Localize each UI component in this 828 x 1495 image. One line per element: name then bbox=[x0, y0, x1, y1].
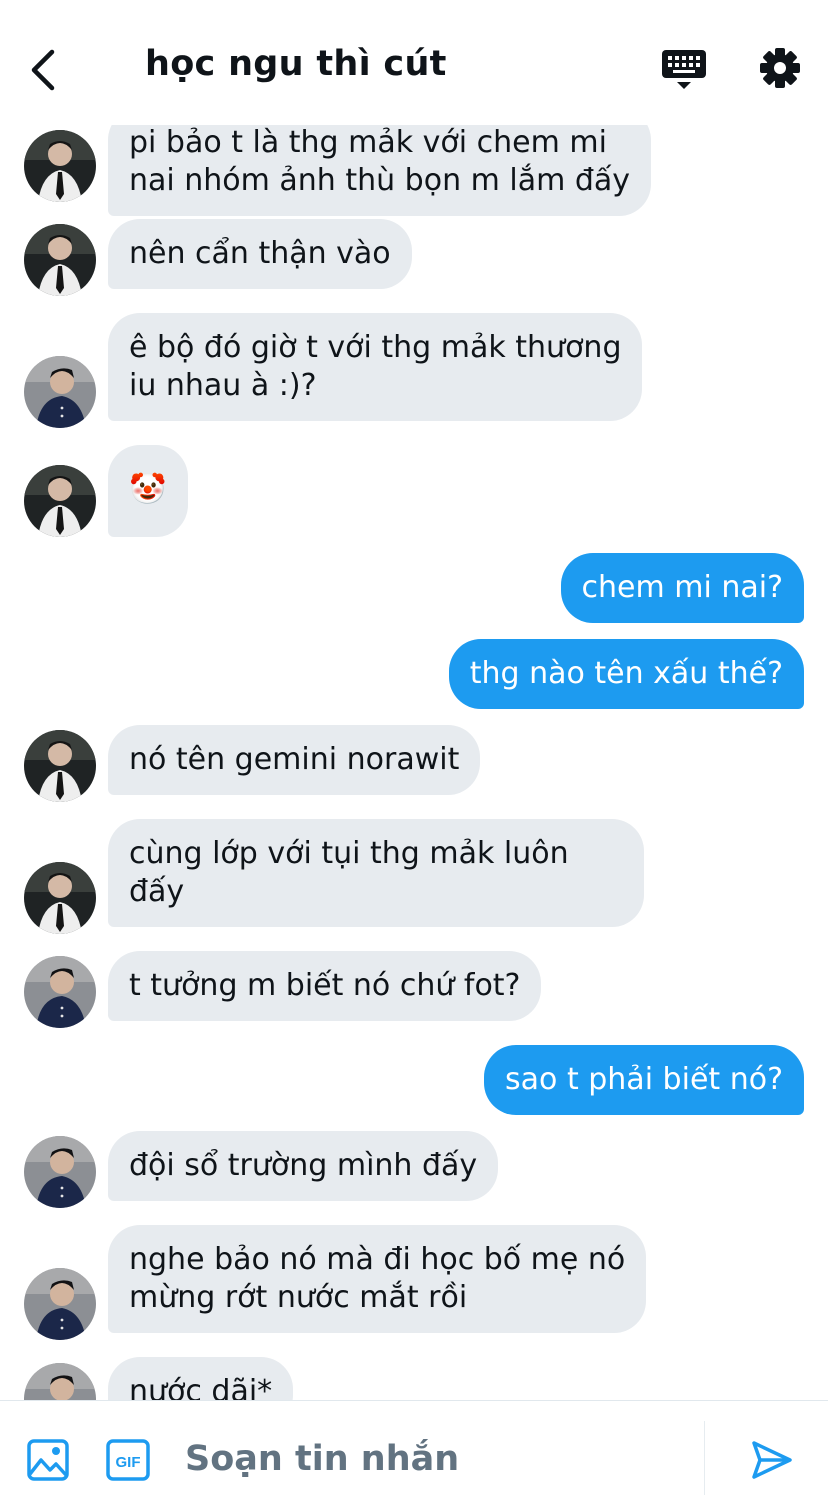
incoming-message-bubble[interactable]: nước dãi* bbox=[108, 1357, 294, 1400]
outgoing-message-bubble[interactable]: chem mi nai? bbox=[560, 553, 804, 623]
clown-emoji: 🤡 bbox=[129, 472, 167, 507]
avatar[interactable] bbox=[24, 1136, 96, 1208]
outgoing-message-bubble[interactable]: sao t phải biết nó? bbox=[484, 1045, 804, 1115]
message-text: t tưởng m biết nó chứ fot? bbox=[129, 968, 521, 1003]
message-text: nghe bảo nó mà đi học bố mẹ nó bbox=[129, 1242, 626, 1277]
message-text: nước dãi* bbox=[129, 1374, 273, 1400]
message-text: thg nào tên xấu thế? bbox=[469, 656, 783, 691]
avatar[interactable] bbox=[24, 956, 96, 1028]
message-text: pi bảo t là thg mảk với chem mi bbox=[129, 125, 607, 160]
keyboard-icon bbox=[662, 50, 706, 89]
settings-button[interactable] bbox=[758, 46, 802, 90]
incoming-message-bubble[interactable]: 🤡 bbox=[108, 445, 188, 537]
incoming-message-bubble[interactable]: pi bảo t là thg mảk với chem mi nai nhóm… bbox=[108, 125, 652, 216]
add-gif-button[interactable]: GIF bbox=[105, 1438, 151, 1482]
avatar[interactable] bbox=[24, 862, 96, 934]
gear-icon bbox=[760, 48, 800, 88]
avatar[interactable] bbox=[24, 465, 96, 537]
conversation-header: học ngu thì cút bbox=[0, 0, 828, 125]
add-image-button[interactable] bbox=[26, 1438, 70, 1482]
message-text: sao t phải biết nó? bbox=[505, 1062, 783, 1097]
keyboard-button[interactable] bbox=[660, 48, 708, 92]
image-icon bbox=[27, 1439, 69, 1481]
incoming-message-bubble[interactable]: đội sổ trường mình đấy bbox=[108, 1131, 499, 1201]
message-list[interactable]: pi bảo t là thg mảk với chem mi nai nhóm… bbox=[0, 125, 828, 1400]
avatar[interactable] bbox=[24, 730, 96, 802]
send-button[interactable] bbox=[750, 1439, 794, 1481]
message-text: đội sổ trường mình đấy bbox=[129, 1148, 478, 1183]
message-text: nó tên gemini norawit bbox=[129, 742, 460, 777]
incoming-message-bubble[interactable]: nó tên gemini norawit bbox=[108, 725, 481, 795]
avatar[interactable] bbox=[24, 1268, 96, 1340]
message-text: nai nhóm ảnh thù bọn m lắm đấy bbox=[129, 163, 631, 198]
incoming-message-bubble[interactable]: t tưởng m biết nó chứ fot? bbox=[108, 951, 542, 1021]
message-text: đấy bbox=[129, 874, 185, 909]
incoming-message-bubble[interactable]: cùng lớp với tụi thg mảk luôn đấy bbox=[108, 819, 644, 927]
avatar[interactable] bbox=[24, 1363, 96, 1400]
conversation-title[interactable]: học ngu thì cút bbox=[145, 44, 447, 84]
incoming-message-bubble[interactable]: nên cẩn thận vào bbox=[108, 219, 412, 289]
back-button[interactable] bbox=[24, 44, 68, 96]
incoming-message-bubble[interactable]: ê bộ đó giờ t với thg mảk thương iu nhau… bbox=[108, 313, 643, 421]
message-text: chem mi nai? bbox=[581, 570, 783, 605]
incoming-message-bubble[interactable]: nghe bảo nó mà đi học bố mẹ nó mừng rớt … bbox=[108, 1225, 647, 1333]
avatar[interactable] bbox=[24, 356, 96, 428]
message-text: ê bộ đó giờ t với thg mảk thương bbox=[129, 330, 622, 365]
message-text: nên cẩn thận vào bbox=[129, 236, 391, 271]
message-text: mừng rớt nước mắt rồi bbox=[129, 1280, 468, 1315]
outgoing-message-bubble[interactable]: thg nào tên xấu thế? bbox=[448, 639, 804, 709]
chevron-left-icon bbox=[31, 49, 55, 91]
avatar[interactable] bbox=[24, 130, 96, 202]
message-text: iu nhau à :)? bbox=[129, 368, 317, 403]
gif-label: GIF bbox=[116, 1454, 141, 1471]
message-text: cùng lớp với tụi thg mảk luôn bbox=[129, 836, 569, 871]
gif-icon: GIF bbox=[106, 1439, 150, 1481]
send-icon bbox=[752, 1441, 792, 1479]
message-input[interactable]: Soạn tin nhắn bbox=[185, 1439, 459, 1479]
composer-divider bbox=[704, 1421, 705, 1495]
message-composer: GIF Soạn tin nhắn bbox=[0, 1400, 828, 1495]
avatar[interactable] bbox=[24, 224, 96, 296]
